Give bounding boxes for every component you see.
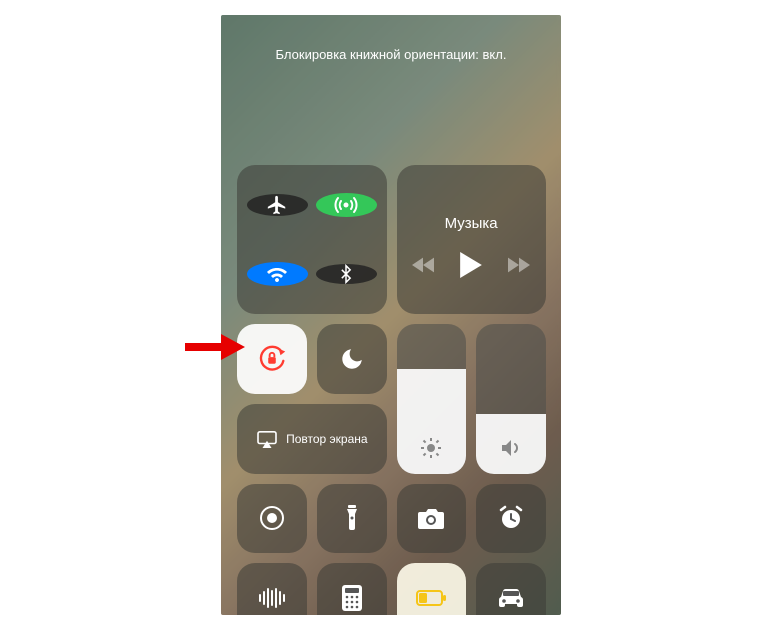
hearing-button[interactable] (237, 563, 307, 614)
screen-mirror-label: Повтор экрана (286, 432, 367, 446)
brightness-slider[interactable] (397, 324, 467, 473)
rotation-lock-button[interactable] (237, 324, 307, 394)
pointer-arrow (185, 332, 245, 362)
screen-mirroring-button[interactable]: Повтор экрана (237, 404, 387, 474)
media-controls (412, 252, 530, 278)
airplay-icon (256, 430, 278, 448)
media-title: Музыка (445, 215, 498, 232)
flashlight-icon (345, 505, 359, 531)
lock-rotation-icon (255, 342, 289, 376)
rewind-icon[interactable] (412, 257, 434, 273)
do-not-disturb-button[interactable] (317, 324, 387, 394)
wifi-button[interactable] (247, 262, 308, 286)
camera-button[interactable] (397, 484, 467, 554)
wifi-icon (265, 262, 289, 286)
camera-icon (418, 507, 444, 529)
airplane-mode-button[interactable] (247, 194, 308, 216)
driving-mode-button[interactable] (476, 563, 546, 614)
cellular-data-button[interactable] (316, 193, 377, 217)
moon-icon (339, 346, 365, 372)
bluetooth-button[interactable] (316, 264, 377, 284)
alarm-button[interactable] (476, 484, 546, 554)
record-icon (258, 504, 286, 532)
flashlight-button[interactable] (317, 484, 387, 554)
forward-icon[interactable] (508, 257, 530, 273)
control-center: Блокировка книжной ориентации: вкл. (221, 15, 561, 615)
status-message: Блокировка книжной ориентации: вкл. (221, 47, 561, 62)
media-panel[interactable]: Музыка (397, 165, 546, 314)
car-icon (497, 587, 525, 609)
calculator-button[interactable] (317, 563, 387, 614)
screen-record-button[interactable] (237, 484, 307, 554)
airplane-icon (266, 194, 288, 216)
calculator-icon (342, 585, 362, 611)
volume-slider[interactable] (476, 324, 546, 473)
battery-icon (416, 590, 446, 606)
bluetooth-icon (336, 264, 356, 284)
play-icon[interactable] (460, 252, 482, 278)
brightness-icon (419, 436, 443, 460)
waveform-icon (257, 588, 287, 608)
low-power-mode-button[interactable] (397, 563, 467, 614)
volume-icon (499, 436, 523, 460)
alarm-clock-icon (498, 505, 524, 531)
connectivity-panel (237, 165, 387, 315)
cellular-icon (334, 193, 358, 217)
